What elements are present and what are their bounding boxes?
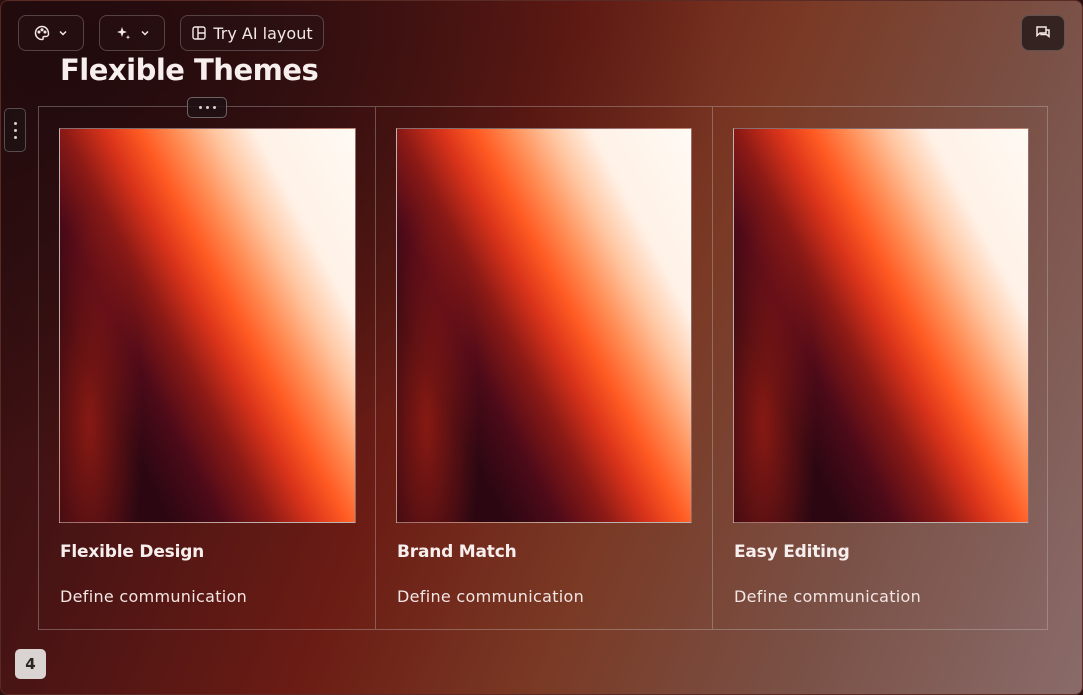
card-description[interactable]: Define communication [397, 587, 584, 606]
column-drag-handle[interactable] [187, 97, 227, 118]
card-grid: Flexible Design Define communication Bra… [38, 106, 1048, 630]
chevron-down-icon [58, 28, 68, 38]
card-image[interactable] [59, 128, 356, 523]
handle-dot [13, 135, 17, 139]
card-title[interactable]: Flexible Design [60, 542, 204, 562]
try-ai-layout-label: Try AI layout [213, 23, 313, 43]
card-title[interactable]: Easy Editing [734, 542, 850, 562]
ai-tools-dropdown-button[interactable] [99, 15, 165, 51]
card-image[interactable] [733, 128, 1029, 523]
card-description[interactable]: Define communication [60, 587, 247, 606]
page-number-badge: 4 [15, 649, 46, 679]
handle-dot [13, 121, 17, 125]
card-easy-editing[interactable]: Easy Editing Define communication [713, 107, 1047, 629]
comments-button[interactable] [1021, 15, 1065, 51]
card-description[interactable]: Define communication [734, 587, 921, 606]
theme-dropdown-button[interactable] [18, 15, 84, 51]
slide-canvas: Try AI layout Flexible Themes Flexible D… [0, 0, 1083, 695]
card-image[interactable] [396, 128, 692, 523]
layout-icon [191, 25, 207, 41]
handle-dot [212, 106, 216, 109]
row-drag-handle[interactable] [4, 108, 26, 152]
card-title[interactable]: Brand Match [397, 542, 517, 562]
card-brand-match[interactable]: Brand Match Define communication [376, 107, 713, 629]
comment-icon [1034, 24, 1052, 42]
sparkle-icon [115, 25, 132, 42]
card-flexible-design[interactable]: Flexible Design Define communication [39, 107, 376, 629]
palette-icon [34, 25, 50, 41]
handle-dot [198, 106, 202, 109]
handle-dot [205, 106, 209, 109]
chevron-down-icon [140, 28, 150, 38]
slide-title[interactable]: Flexible Themes [60, 51, 319, 89]
try-ai-layout-button[interactable]: Try AI layout [180, 15, 324, 51]
handle-dot [13, 128, 17, 132]
